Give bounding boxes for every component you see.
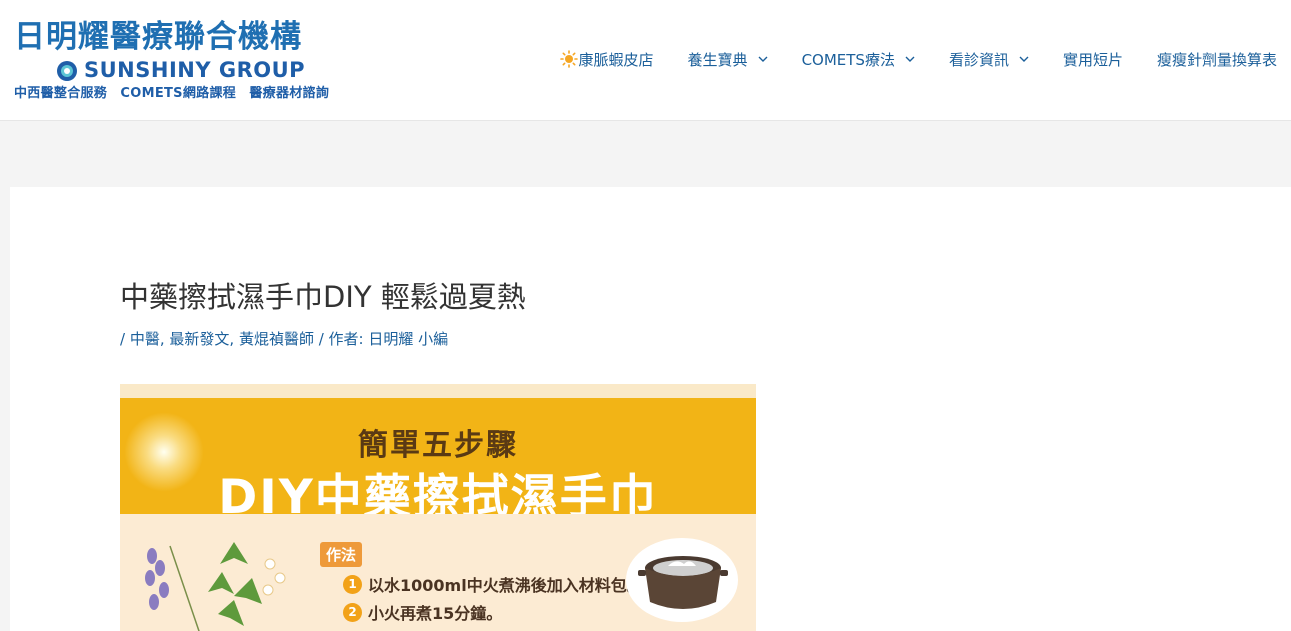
nav-label: COMETS療法 [801, 50, 895, 69]
nav-item-shop[interactable]: 康脈蝦皮店 [559, 49, 654, 70]
nav-label: 看診資訊 [948, 50, 1009, 69]
nav-label: 養生寶典 [687, 50, 748, 69]
author-link[interactable]: 日明耀 小編 [368, 330, 448, 348]
category-link[interactable]: 最新發文 [169, 330, 229, 348]
herbs-illustration-icon [145, 542, 286, 631]
post-title: 中藥擦拭濕手巾DIY 輕鬆過夏熱 [120, 280, 526, 314]
step-item: 1 以水1000ml中火煮沸後加入材料包。 [343, 572, 643, 596]
logo-emblem-icon [12, 21, 36, 85]
nav-label: 瘦瘦針劑量換算表 [1156, 50, 1277, 69]
category-link[interactable]: 中醫 [130, 330, 160, 348]
cooking-pot-icon [638, 556, 728, 609]
nav-item-comets[interactable]: COMETS療法 [802, 49, 915, 70]
method-tag: 作法 [320, 542, 363, 567]
chevron-down-icon [1019, 56, 1029, 62]
nav-item-dose-calculator[interactable]: 瘦瘦針劑量換算表 [1157, 49, 1277, 70]
post-meta: / 中醫, 最新發文, 黃焜禎醫師 / 作者: 日明耀 小編 [120, 328, 448, 349]
nav-item-videos[interactable]: 實用短片 [1063, 49, 1123, 70]
image-instructions: 作法 1 以水1000ml中火煮沸後加入材料包。 2 小火再煮15分鐘。 [120, 514, 756, 631]
step-number: 2 [343, 602, 362, 622]
nav-item-health[interactable]: 養生寶典 [688, 49, 768, 70]
site-logo[interactable]: 日明耀醫療聯合機構 SUNSHINY GROUP 中西醫整合服務 COMETS網… [14, 18, 359, 108]
author-prefix: / 作者: [313, 330, 369, 348]
site-header: 日明耀醫療聯合機構 SUNSHINY GROUP 中西醫整合服務 COMETS網… [0, 0, 1291, 121]
chevron-down-icon [905, 56, 915, 62]
step-item: 2 小火再煮15分鐘。 [343, 600, 502, 624]
step-text: 以水1000ml中火煮沸後加入材料包。 [368, 576, 643, 595]
logo-title: 日明耀醫療聯合機構 [14, 19, 302, 55]
logo-subtitle: 中西醫整合服務 COMETS網路課程 醫療器材諮詢 [14, 86, 330, 101]
sun-icon [559, 50, 578, 68]
step-text: 小火再煮15分鐘。 [368, 604, 503, 623]
post-content: 中藥擦拭濕手巾DIY 輕鬆過夏熱 / 中醫, 最新發文, 黃焜禎醫師 / 作者:… [10, 187, 1291, 631]
logo-brand: SUNSHINY GROUP [84, 58, 306, 82]
nav-item-clinic-info[interactable]: 看診資訊 [949, 49, 1029, 70]
brand-dot-icon [57, 61, 77, 81]
featured-image: 簡單五步驟 DIY中藥擦拭濕手巾 作法 1 以水1000ml中火煮沸後加入材料包… [120, 384, 756, 631]
step-number: 1 [343, 574, 362, 594]
image-banner: 簡單五步驟 DIY中藥擦拭濕手巾 [120, 384, 756, 525]
nav-label: 康脈蝦皮店 [578, 50, 654, 69]
chevron-down-icon [758, 56, 768, 62]
separator: , [159, 330, 170, 348]
main-nav: 康脈蝦皮店 養生寶典 COMETS療法 看診資訊 實用短片 瘦瘦針劑量換算表 [559, 44, 1277, 74]
separator: , [229, 330, 239, 348]
nav-label: 實用短片 [1062, 50, 1123, 69]
meta-prefix: / [120, 330, 130, 348]
category-link[interactable]: 黃焜禎醫師 [239, 330, 314, 348]
